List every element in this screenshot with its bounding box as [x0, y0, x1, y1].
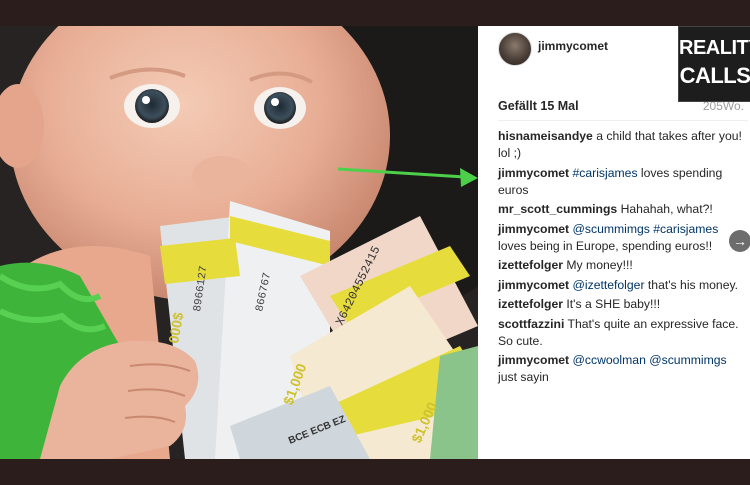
- comment-item: mr_scott_cummings Hahahah, what?!: [498, 201, 744, 218]
- top-letterbox: [0, 0, 750, 26]
- comment-item: scottfazzini That's quite an expressive …: [498, 316, 744, 350]
- comment-tag-link[interactable]: @izettefolger: [573, 278, 645, 292]
- comment-item: jimmycomet #carisjames loves spending eu…: [498, 165, 744, 199]
- comment-tag-link[interactable]: #carisjames: [653, 222, 718, 236]
- comment-item: izettefolger My money!!!: [498, 257, 744, 274]
- comment-item: jimmycomet @izettefolger that's his mone…: [498, 277, 744, 294]
- comment-username[interactable]: mr_scott_cummings: [498, 202, 617, 216]
- comment-text: My money!!!: [566, 258, 633, 272]
- divider: [498, 120, 748, 121]
- comment-username[interactable]: jimmycomet: [498, 353, 569, 367]
- comment-text: loves being in Europe, spending euros!!: [498, 238, 713, 253]
- post-username[interactable]: jimmycomet: [538, 39, 608, 53]
- comment-tag-link[interactable]: @ccwoolman: [573, 353, 646, 367]
- comment-item: izettefolger It's a SHE baby!!!: [498, 296, 744, 313]
- next-button[interactable]: →: [729, 230, 750, 252]
- comment-text: Hahahah, what?!: [620, 202, 713, 216]
- comment-username[interactable]: hisnameisandye: [498, 129, 593, 143]
- comment-username[interactable]: jimmycomet: [498, 166, 569, 180]
- comments-list: hisnameisandye a child that takes after …: [498, 128, 744, 389]
- comment-text: It's a SHE baby!!!: [566, 297, 661, 311]
- comment-item: jimmycomet @scummimgs #carisjames loves …: [498, 221, 744, 255]
- comment-text: just sayin: [498, 370, 549, 384]
- bottom-letterbox: [0, 459, 750, 485]
- comment-tag-link[interactable]: @scummimgs: [573, 222, 650, 236]
- comment-username[interactable]: izettefolger: [498, 258, 563, 272]
- post-photo[interactable]: 8966127 866767 X64204552415 BCE ECB EZ 0…: [0, 26, 478, 459]
- comment-tag-link[interactable]: #carisjames: [573, 166, 638, 180]
- comment-tag-link[interactable]: @scummimgs: [649, 353, 726, 367]
- arrow-right-icon: →: [733, 233, 747, 249]
- avatar[interactable]: [498, 32, 532, 66]
- comment-username[interactable]: jimmycomet: [498, 222, 569, 236]
- comment-username[interactable]: izettefolger: [498, 297, 563, 311]
- likes-count[interactable]: Gefällt 15 Mal: [498, 99, 579, 113]
- logo-line-1: REALITY: [679, 37, 750, 59]
- reality-calls-logo: REALITY CALLS: [678, 26, 750, 102]
- comment-item: hisnameisandye a child that takes after …: [498, 128, 744, 162]
- comment-username[interactable]: scottfazzini: [498, 317, 564, 331]
- logo-line-2: CALLS: [679, 63, 750, 88]
- comment-item: jimmycomet @ccwoolman @scummimgs just sa…: [498, 352, 744, 386]
- comment-text: that's his money.: [644, 277, 739, 292]
- comment-username[interactable]: jimmycomet: [498, 278, 569, 292]
